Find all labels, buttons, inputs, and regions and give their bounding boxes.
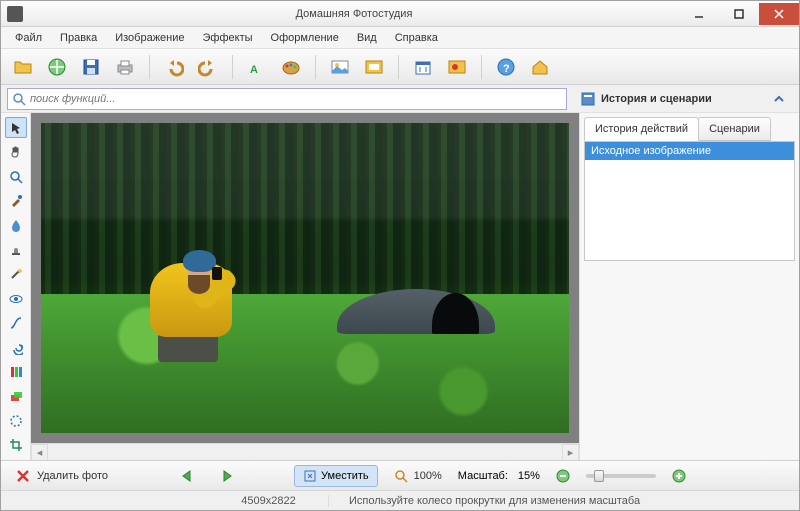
photo-preview [41,123,569,433]
postcard-button[interactable] [443,53,471,81]
help-button[interactable]: ? [492,53,520,81]
canvas-column: ◂ ▸ [31,113,579,460]
prev-photo-button[interactable] [174,466,204,486]
statusbar: 4509x2822 Используйте колесо прокрутки д… [1,490,799,510]
eye-tool[interactable] [5,288,27,309]
calendar-button[interactable] [409,53,437,81]
stamp-tool[interactable] [5,239,27,260]
delete-icon [15,468,31,484]
redo-button[interactable] [194,53,222,81]
maximize-button[interactable] [719,3,759,25]
menu-image[interactable]: Изображение [107,29,192,47]
search-input[interactable] [30,93,562,105]
search-row: История и сценарии [1,85,799,113]
text-button[interactable]: A [243,53,271,81]
window-title: Домашняя Фотостудия [29,8,679,20]
undo-button[interactable] [160,53,188,81]
zoom-slider[interactable] [586,474,656,478]
zoom-slider-thumb[interactable] [594,470,604,482]
brush-tool[interactable] [5,190,27,211]
fit-label: Уместить [321,470,369,482]
photo-person [136,210,273,365]
rightpanel-title: История и сценарии [601,93,712,105]
app-icon [7,6,23,22]
zoom-tool[interactable] [5,166,27,187]
zoom-100-label: 100% [414,470,442,482]
scroll-right-icon[interactable]: ▸ [562,444,579,461]
photo-tent [337,259,495,333]
menu-edit[interactable]: Правка [52,29,105,47]
image-button[interactable] [326,53,354,81]
home-button[interactable] [526,53,554,81]
canvas[interactable] [31,113,579,443]
history-panel-icon [581,92,595,106]
zoom-out-button[interactable] [550,466,576,486]
catalog-button[interactable] [43,53,71,81]
menu-help[interactable]: Справка [387,29,446,47]
zoom-100-icon [394,469,408,483]
horizontal-scrollbar[interactable]: ◂ ▸ [31,443,579,460]
main-toolbar: A ? [1,49,799,85]
delete-photo-button[interactable]: Удалить фото [9,465,114,487]
tab-history[interactable]: История действий [584,117,699,141]
next-photo-button[interactable] [214,466,244,486]
pointer-tool[interactable] [5,117,27,138]
history-list[interactable]: Исходное изображение [584,141,795,261]
fit-button[interactable]: Уместить [294,465,378,487]
svg-text:?: ? [503,63,510,75]
scale-value: 15% [518,470,540,482]
tab-scenarios[interactable]: Сценарии [698,117,771,141]
close-button[interactable] [759,3,799,25]
status-hint: Используйте колесо прокрутки для изменен… [329,495,791,507]
menu-effects[interactable]: Эффекты [195,29,261,47]
search-icon [12,92,26,106]
menu-file[interactable]: Файл [7,29,50,47]
hand-tool[interactable] [5,141,27,162]
collapse-panel-icon[interactable] [773,93,785,105]
wand-tool[interactable] [5,264,27,285]
scale-label: Масштаб: [458,470,508,482]
menubar: Файл Правка Изображение Эффекты Оформлен… [1,27,799,49]
delete-photo-label: Удалить фото [37,470,108,482]
palette-button[interactable] [277,53,305,81]
zoom-100-button[interactable]: 100% [388,466,448,486]
content-area: ◂ ▸ История действий Сценарии Исходное и… [1,113,799,460]
minimize-button[interactable] [679,3,719,25]
menu-view[interactable]: Вид [349,29,385,47]
heal-tool[interactable] [5,410,27,431]
save-button[interactable] [77,53,105,81]
titlebar: Домашняя Фотостудия [1,1,799,27]
svg-text:A: A [250,64,258,76]
swirl-tool[interactable] [5,337,27,358]
zoom-in-button[interactable] [666,466,692,486]
menu-design[interactable]: Оформление [263,29,347,47]
search-box[interactable] [7,88,567,110]
left-toolbox [1,113,31,460]
curves-tool[interactable] [5,312,27,333]
status-dimensions: 4509x2822 [209,495,329,507]
drop-tool[interactable] [5,215,27,236]
scroll-left-icon[interactable]: ◂ [31,444,48,461]
right-panel: История действий Сценарии Исходное изобр… [579,113,799,460]
color-bars-tool[interactable] [5,361,27,382]
print-button[interactable] [111,53,139,81]
rightpanel-header: История и сценарии [573,92,793,106]
bottom-toolbar: Удалить фото Уместить 100% Масштаб: 15% [1,460,799,490]
fit-icon [303,469,317,483]
open-folder-button[interactable] [9,53,37,81]
history-item[interactable]: Исходное изображение [585,142,794,160]
crop-tool[interactable] [5,435,27,456]
layers-tool[interactable] [5,386,27,407]
rightpanel-tabs: История действий Сценарии [584,117,795,141]
frame-button[interactable] [360,53,388,81]
